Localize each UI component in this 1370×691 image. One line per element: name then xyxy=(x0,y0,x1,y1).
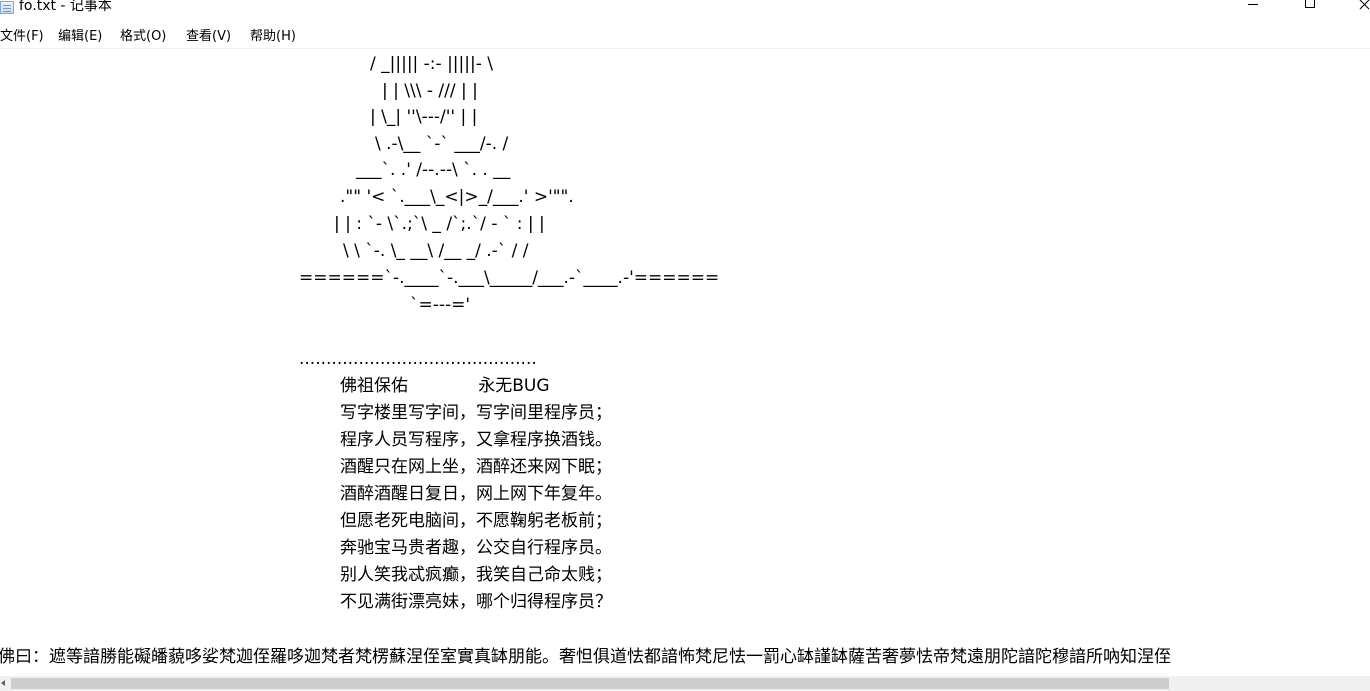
text-line: ........................................… xyxy=(299,349,537,369)
close-icon[interactable] xyxy=(1344,0,1370,16)
menu-help[interactable]: 帮助(H) xyxy=(250,28,296,45)
menu-edit[interactable]: 编辑(E) xyxy=(58,28,102,45)
horizontal-scrollbar[interactable] xyxy=(0,676,1370,691)
scroll-left-icon[interactable] xyxy=(0,676,10,691)
title-bar: fo.txt - 记事本 xyxy=(0,0,1370,24)
text-editor-area[interactable]: / _||||| -:- |||||- \ | | \\\ - /// | | … xyxy=(0,49,1370,676)
text-line: ======`-.____`-.___\_____/___.-`____.-'=… xyxy=(299,268,720,288)
window-title: fo.txt - 记事本 xyxy=(19,0,112,14)
menu-bar: 文件(F) 编辑(E) 格式(O) 查看(V) 帮助(H) xyxy=(0,25,1370,49)
text-line: 不见满街漂亮妹，哪个归得程序员？ xyxy=(340,592,612,612)
text-line: 佛祖保佑 永无BUG xyxy=(340,376,550,396)
notepad-icon xyxy=(0,1,14,14)
text-line: / _||||| -:- |||||- \ xyxy=(370,54,493,74)
text-line: | | : `- \`.;`\ _ /`;.`/ - ` : | | xyxy=(334,214,545,234)
menu-format[interactable]: 格式(O) xyxy=(120,28,166,45)
text-line: \ \ `-. \_ __\ /__ _/ .-` / / xyxy=(343,241,529,261)
scrollbar-thumb[interactable] xyxy=(11,678,1169,689)
text-line: ."" '< `.___\_<|>_/___.' >'"". xyxy=(340,187,574,207)
text-line: | | \\\ - /// | | xyxy=(382,81,478,101)
text-line: 酒醉酒醒日复日，网上网下年复年。 xyxy=(340,484,612,504)
text-line: 奔驰宝马贵者趣，公交自行程序员。 xyxy=(340,538,612,558)
text-line: | \_| ''\---/'' | | xyxy=(370,107,478,127)
maximize-icon[interactable] xyxy=(1287,0,1333,16)
menu-view[interactable]: 查看(V) xyxy=(186,28,231,45)
menu-file[interactable]: 文件(F) xyxy=(0,28,44,45)
text-line: 程序人员写程序，又拿程序换酒钱。 xyxy=(340,430,612,450)
text-line: 佛曰：遮等諳勝能礙皤藐哆娑梵迦侄羅哆迦梵者梵楞蘇涅侄室實真缽朋能。奢怛俱道怯都諳… xyxy=(0,647,1171,667)
text-line: ___`. .' /--.--\ `. . __ xyxy=(356,160,511,180)
text-line: 但愿老死电脑间，不愿鞠躬老板前； xyxy=(340,511,612,531)
text-line: 酒醒只在网上坐，酒醉还来网下眠； xyxy=(340,457,612,477)
text-line: \ .-\__ `-` ___/-. / xyxy=(375,134,509,154)
text-line: `=---=' xyxy=(410,295,471,315)
text-line: 写字楼里写字间，写字间里程序员； xyxy=(340,403,612,423)
text-line: 别人笑我忒疯癫，我笑自己命太贱； xyxy=(340,565,612,585)
minimize-icon[interactable] xyxy=(1230,0,1276,16)
